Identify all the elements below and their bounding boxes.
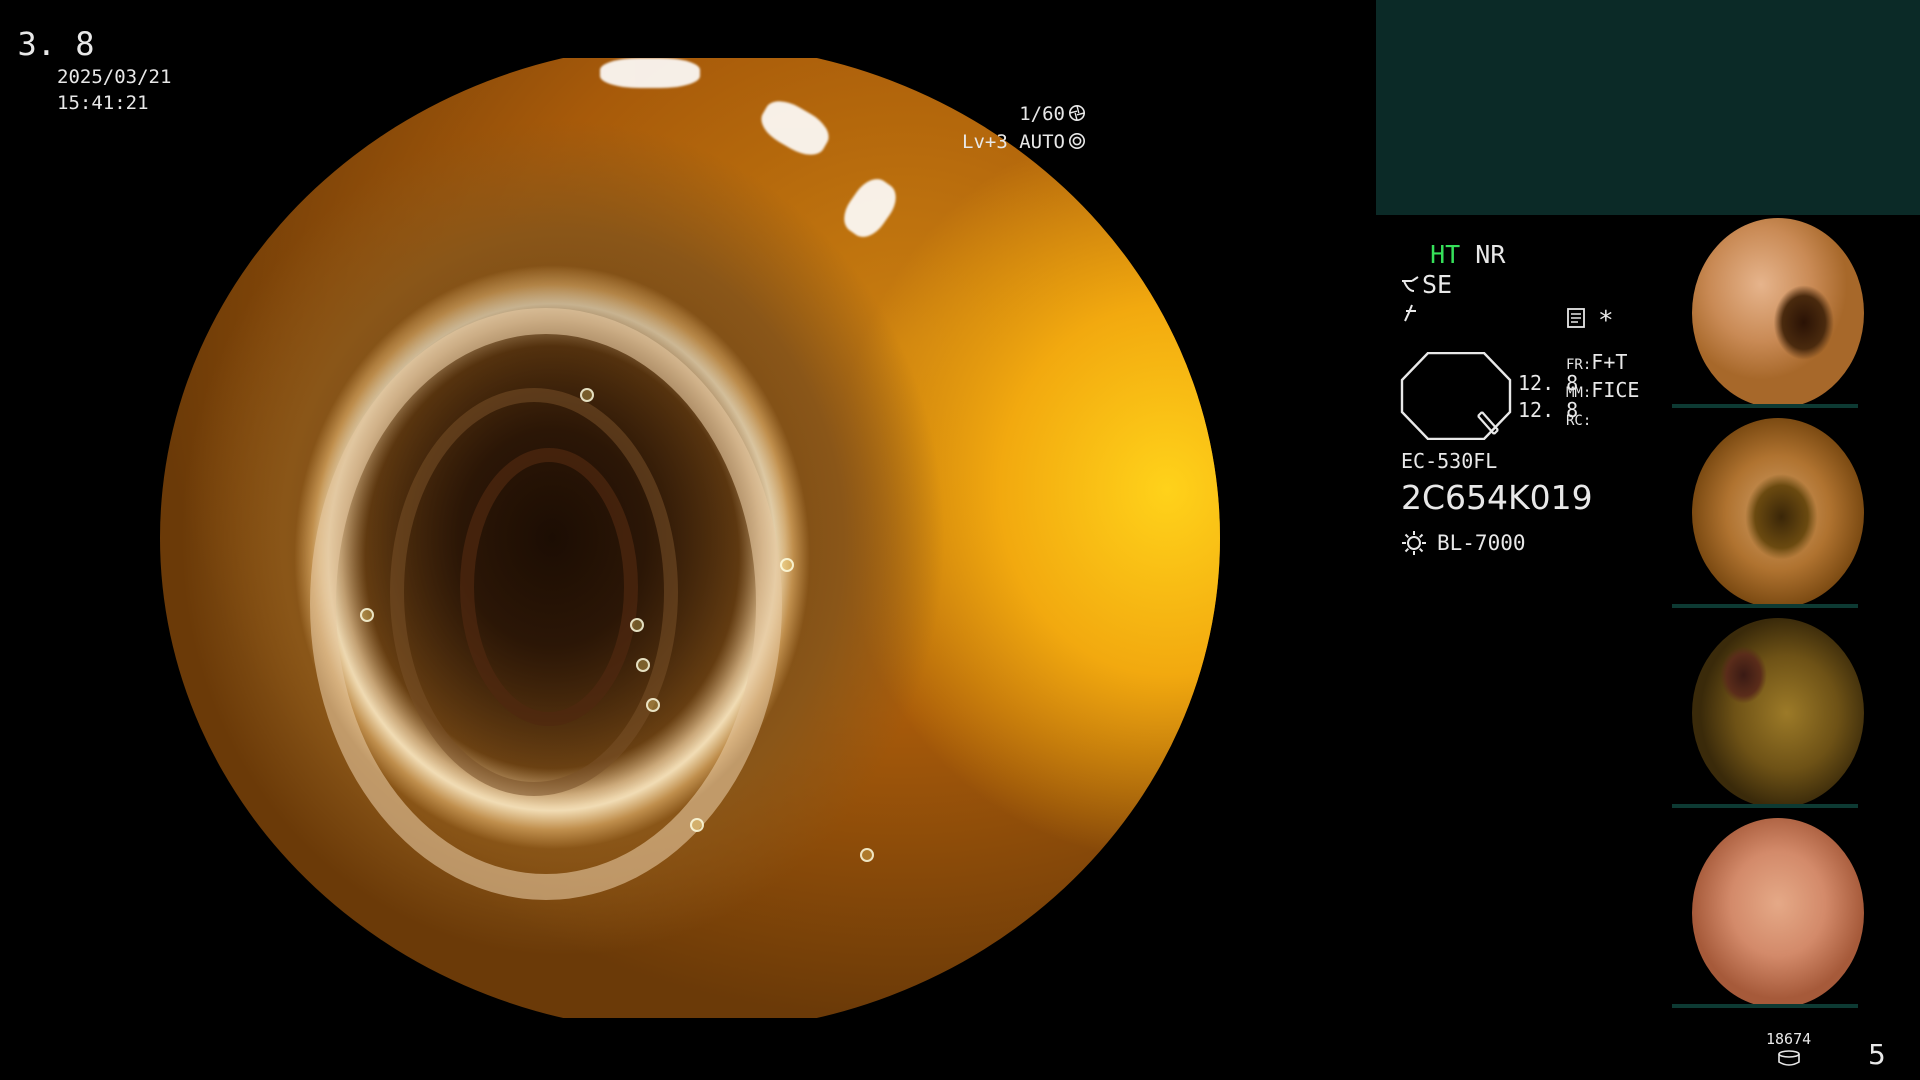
storage-stack-icon (1778, 1050, 1800, 1066)
fr-label: FR: (1566, 357, 1592, 373)
mm-value: FICE (1591, 378, 1640, 402)
level-row: Lv+3 AUTO (962, 128, 1086, 156)
ht-nr-row: HT NR (1400, 240, 1505, 270)
thumbnail-4[interactable] (1670, 816, 1920, 1016)
thumbnail-bar (1672, 804, 1858, 808)
image-count: 5 (1868, 1038, 1886, 1071)
report-icon (1567, 308, 1585, 328)
thumbnail-image (1692, 418, 1864, 608)
light-source-icon (1402, 531, 1426, 555)
storage-count: 18674 (1766, 1030, 1812, 1048)
specular-highlight (836, 171, 904, 245)
zoom-octagon-icon (1400, 352, 1512, 440)
processing-settings: HT NR SE (1400, 240, 1505, 330)
aperture-icon (1068, 104, 1086, 122)
fluid-bubble (646, 698, 660, 712)
se-indicator: SE (1422, 270, 1453, 299)
fluid-bubble (636, 658, 650, 672)
ht-indicator: HT (1430, 240, 1461, 269)
specular-highlight (754, 93, 836, 163)
rc-label: RC: (1566, 413, 1592, 429)
brightness-level: Lv+3 (962, 131, 1008, 153)
structure-enhance-icon (1402, 276, 1419, 292)
fr-value: F+T (1591, 350, 1628, 374)
mm-row: MM:FICE (1566, 378, 1639, 406)
mucosal-fold (460, 448, 638, 726)
thumbnail-image (1692, 218, 1864, 408)
fluid-bubble (860, 848, 874, 862)
fluid-bubble (580, 388, 594, 402)
thumbnail-bar (1672, 604, 1858, 608)
shutter-row: 1/60 (962, 100, 1086, 128)
nr-indicator: NR (1475, 240, 1506, 269)
zoom-value: 3. 8 (17, 25, 95, 63)
light-source: BL-7000 (1401, 530, 1526, 556)
fluid-bubble (360, 608, 374, 622)
thumbnail-image (1692, 618, 1864, 808)
thumbnail-image (1692, 818, 1864, 1008)
iris-mode: AUTO (1019, 131, 1065, 153)
scope-model: EC-530FL (1401, 449, 1498, 473)
scope-serial: 2C654K019 (1401, 478, 1593, 517)
contrast-row (1400, 300, 1505, 330)
se-row: SE (1400, 270, 1505, 300)
thumbnail-bar (1672, 1004, 1858, 1008)
thumbnail-1[interactable] (1670, 216, 1920, 416)
endoscope-live-view (160, 58, 1220, 1018)
contrast-icon (1404, 304, 1416, 322)
thumbnail-3[interactable] (1670, 616, 1920, 816)
fluid-bubble (630, 618, 644, 632)
patient-info-box (1376, 0, 1920, 215)
shutter-speed: 1/60 (1019, 103, 1065, 125)
fluid-bubble (780, 558, 794, 572)
capture-time: 15:41:21 (57, 92, 149, 114)
asterisk-marker: * (1598, 306, 1614, 336)
light-source-model: BL-7000 (1437, 531, 1526, 555)
captured-thumbnails (1670, 216, 1920, 1016)
fluid-bubble (690, 818, 704, 832)
specular-highlight (600, 58, 700, 88)
fr-row: FR:F+T (1566, 350, 1639, 378)
camera-settings: 1/60 Lv+3 AUTO (962, 100, 1086, 156)
mm-label: MM: (1566, 385, 1592, 401)
thumbnail-bar (1672, 404, 1858, 408)
mode-labels: FR:F+T MM:FICE RC: (1566, 350, 1639, 434)
thumbnail-2[interactable] (1670, 416, 1920, 616)
rc-row: RC: (1566, 406, 1639, 434)
iris-icon (1068, 132, 1086, 150)
